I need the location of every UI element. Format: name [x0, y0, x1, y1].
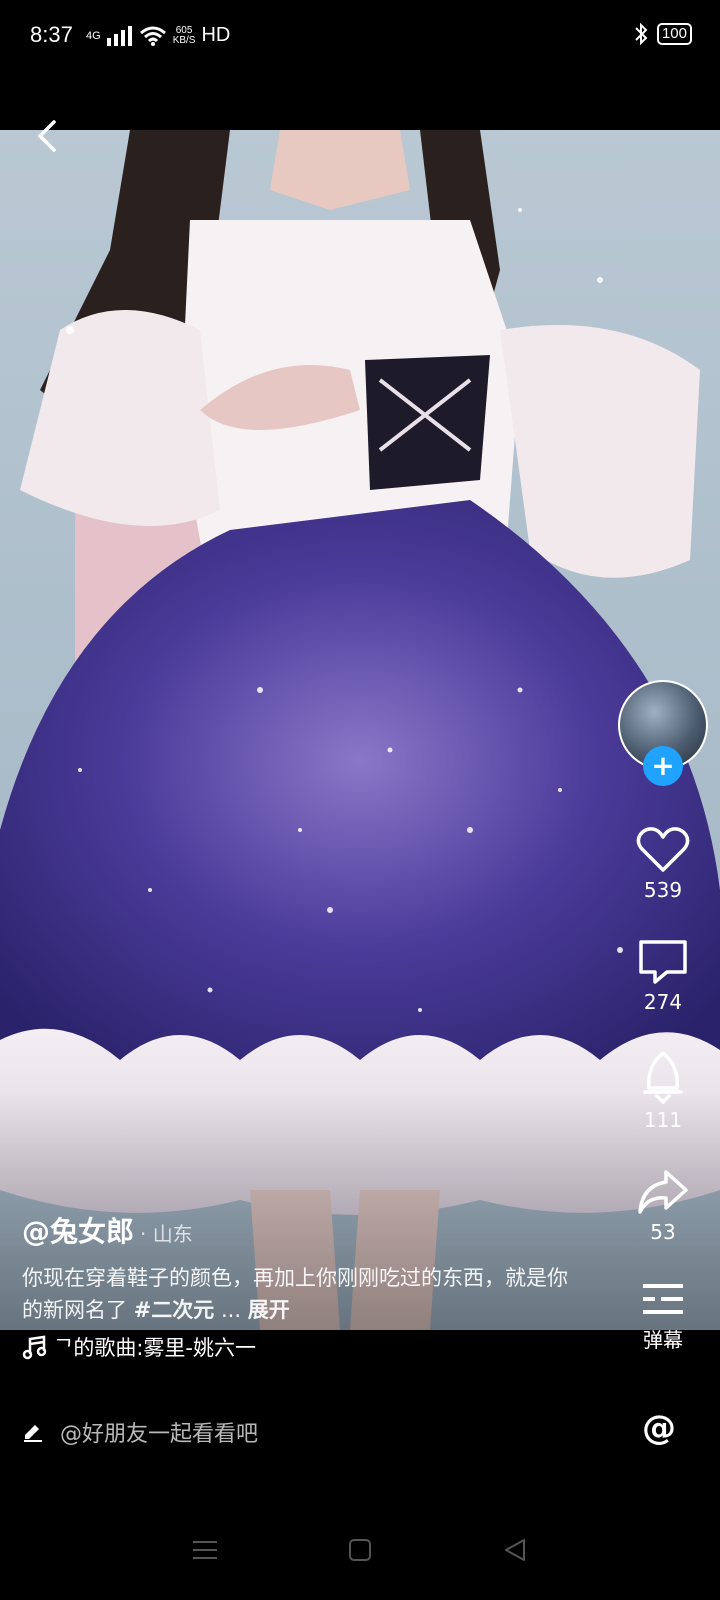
like-button[interactable]: 539 — [618, 826, 708, 902]
share-button[interactable]: 53 — [618, 1168, 708, 1244]
rocket-button[interactable]: 111 — [618, 1050, 708, 1132]
danmaku-label: 弹幕 — [643, 1328, 683, 1352]
battery-indicator: 100 — [656, 23, 692, 45]
like-count: 539 — [643, 878, 683, 902]
description-text: 你现在穿着鞋子的颜色，再加上你刚刚吃过的东西，就是你的新网名了 — [22, 1266, 568, 1322]
danmaku-toggle[interactable]: 弹幕 — [618, 1280, 708, 1353]
author-avatar-group: + — [618, 680, 708, 786]
menu-icon[interactable] — [192, 1539, 218, 1561]
follow-button[interactable]: + — [643, 746, 683, 786]
music-info[interactable]: ᄀ的歌曲:雾里-姚六一 — [22, 1332, 256, 1362]
share-count: 53 — [650, 1220, 676, 1244]
author-row: @兔女郎 · 山东 — [22, 1210, 582, 1250]
speed-unit: KB/S — [172, 34, 196, 46]
home-icon[interactable] — [348, 1538, 372, 1562]
heart-icon — [636, 827, 690, 872]
system-nav-bar — [0, 1500, 720, 1600]
network-type: 4G — [86, 29, 101, 42]
wifi-icon — [139, 26, 166, 46]
share-arrow-icon — [638, 1170, 688, 1214]
video-player[interactable] — [0, 130, 720, 1330]
signal-icon — [106, 25, 132, 46]
pencil-icon — [24, 1425, 42, 1442]
mention-button[interactable]: @ — [642, 1408, 676, 1448]
video-description: 你现在穿着鞋子的颜色，再加上你刚刚吃过的东西，就是你的新网名了 #二次元 ...… — [22, 1262, 582, 1326]
hashtag-link[interactable]: #二次元 — [134, 1298, 215, 1322]
hd-indicator: HD — [201, 24, 231, 46]
status-time: 8:37 — [30, 22, 73, 47]
author-name[interactable]: @兔女郎 — [22, 1215, 134, 1248]
back-nav-icon[interactable] — [502, 1537, 528, 1563]
description-ellipsis: ... — [220, 1298, 242, 1322]
speed-value: 605 — [175, 24, 193, 36]
action-rail: + 539 274 111 53 弹幕 — [618, 680, 708, 1353]
comment-bar[interactable]: @好朋友一起看看吧 @ — [0, 1392, 720, 1472]
rocket-icon — [643, 1051, 683, 1104]
expand-button[interactable]: 展开 — [248, 1298, 290, 1322]
video-caption: @兔女郎 · 山东 你现在穿着鞋子的颜色，再加上你刚刚吃过的东西，就是你的新网名了… — [22, 1210, 582, 1326]
network-speed: 605 KB/S — [172, 24, 196, 46]
rocket-count: 111 — [643, 1108, 683, 1132]
comment-bubble-icon — [639, 940, 687, 984]
bluetooth-icon — [635, 22, 648, 46]
comment-count: 274 — [643, 990, 683, 1014]
back-button[interactable] — [28, 116, 68, 156]
back-arrow-icon — [38, 120, 56, 152]
music-title: ᄀ的歌曲:雾里-姚六一 — [54, 1336, 256, 1360]
comment-input[interactable]: @好朋友一起看看吧 — [60, 1416, 258, 1448]
author-location: · 山东 — [140, 1222, 193, 1246]
danmaku-icon — [643, 1284, 683, 1314]
network-status: 4G 605 KB/S HD — [86, 24, 230, 47]
status-bar: 8:37 4G 605 KB/S HD 100 — [0, 0, 720, 72]
music-note-icon — [22, 1335, 47, 1360]
status-right: 100 — [633, 22, 692, 46]
comment-button[interactable]: 274 — [618, 938, 708, 1014]
